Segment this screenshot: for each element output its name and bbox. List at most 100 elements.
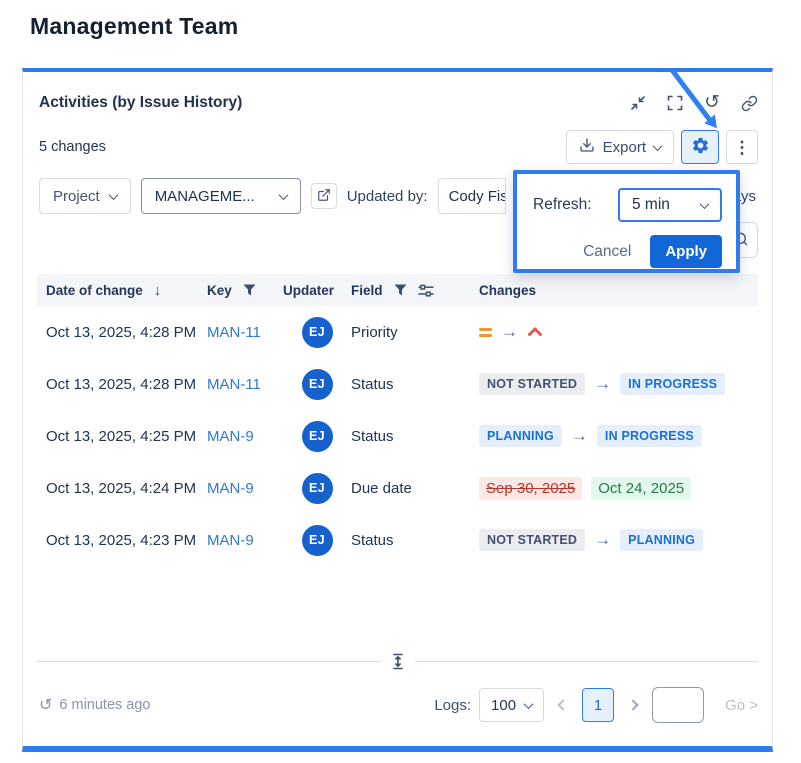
status-badge-to: IN PROGRESS	[597, 425, 702, 447]
issue-key-link[interactable]: MAN-9	[207, 480, 283, 497]
open-in-new-button[interactable]	[311, 183, 337, 209]
updater-cell: EJ	[283, 473, 351, 504]
refresh-interval-value: 5 min	[632, 196, 670, 214]
settings-button[interactable]	[681, 130, 719, 164]
sort-descending-icon[interactable]: ↓	[154, 282, 162, 299]
issue-key-link[interactable]: MAN-11	[207, 324, 283, 341]
avatar[interactable]: EJ	[302, 421, 333, 452]
go-button[interactable]: Go >	[719, 697, 758, 714]
resize-divider	[37, 653, 758, 670]
refresh-setting-row: Refresh: 5 min	[533, 188, 722, 222]
column-label: Field	[351, 283, 383, 298]
field-settings-sliders-icon[interactable]	[418, 283, 434, 298]
next-page-button[interactable]	[627, 699, 638, 710]
table-row: Oct 13, 2025, 4:28 PM MAN-11 EJ Status N…	[37, 358, 758, 410]
date-cell: Oct 13, 2025, 4:24 PM	[37, 480, 207, 497]
filter-funnel-icon[interactable]	[394, 284, 407, 296]
status-badge-from: NOT STARTED	[479, 373, 585, 395]
widget-title: Activities (by Issue History)	[39, 94, 242, 112]
status-badge-to: PLANNING	[620, 529, 703, 551]
refresh-small-icon[interactable]: ↺	[39, 695, 52, 715]
cancel-button[interactable]: Cancel	[583, 243, 631, 261]
project-value-dropdown[interactable]: MANAGEME...	[141, 178, 301, 214]
status-badge-to: IN PROGRESS	[620, 373, 725, 395]
widget-footer: ↺ 6 minutes ago Logs: 100 1 Go >	[23, 670, 772, 746]
dashboard-page: Management Team Activities (by Issue His…	[0, 0, 801, 763]
vertical-resize-icon[interactable]	[390, 653, 406, 670]
table-row: Oct 13, 2025, 4:25 PM MAN-9 EJ Status PL…	[37, 410, 758, 462]
widget-header-icons: ↺	[630, 95, 758, 112]
collapse-icon[interactable]	[630, 95, 646, 111]
status-badge-from: NOT STARTED	[479, 529, 585, 551]
download-icon	[579, 137, 595, 157]
table-row: Oct 13, 2025, 4:23 PM MAN-9 EJ Status NO…	[37, 514, 758, 566]
table-empty-space	[23, 566, 772, 653]
issue-key-link[interactable]: MAN-9	[207, 428, 283, 445]
change-arrow-icon: →	[594, 374, 611, 394]
change-arrow-icon: →	[571, 426, 588, 446]
date-cell: Oct 13, 2025, 4:25 PM	[37, 428, 207, 445]
field-cell: Due date	[351, 480, 479, 497]
change-arrow-icon: →	[501, 322, 518, 342]
link-icon[interactable]	[741, 95, 758, 112]
refresh-settings-popup: Refresh: 5 min Cancel Apply	[513, 170, 740, 273]
priority-medium-icon	[479, 328, 492, 337]
due-date-old: Sep 30, 2025	[479, 477, 582, 500]
export-button[interactable]: Export	[566, 130, 674, 164]
avatar[interactable]: EJ	[302, 525, 333, 556]
export-label: Export	[603, 139, 646, 156]
previous-page-button[interactable]	[557, 699, 568, 710]
project-filter-dropdown[interactable]: Project	[39, 178, 131, 214]
logs-per-page-value: 100	[491, 697, 516, 714]
project-filter-label: Project	[53, 188, 100, 205]
kebab-menu-button[interactable]: ⋮	[726, 130, 758, 164]
apply-button[interactable]: Apply	[650, 235, 722, 268]
field-cell: Status	[351, 376, 479, 393]
changes-cell: Sep 30, 2025 Oct 24, 2025	[479, 477, 758, 500]
avatar[interactable]: EJ	[302, 369, 333, 400]
column-label: Updater	[283, 283, 334, 298]
field-cell: Priority	[351, 324, 479, 341]
logs-label: Logs:	[434, 697, 471, 714]
refresh-interval-dropdown[interactable]: 5 min	[618, 188, 722, 222]
table-row: Oct 13, 2025, 4:24 PM MAN-9 EJ Due date …	[37, 462, 758, 514]
date-cell: Oct 13, 2025, 4:23 PM	[37, 532, 207, 549]
column-label: Date of change	[46, 283, 143, 298]
avatar[interactable]: EJ	[302, 317, 333, 348]
updater-cell: EJ	[283, 317, 351, 348]
chevron-down-icon	[653, 141, 663, 151]
last-refresh-status: ↺ 6 minutes ago	[39, 695, 151, 715]
changes-cell: NOT STARTED → PLANNING	[479, 529, 758, 551]
logs-per-page-dropdown[interactable]: 100	[479, 688, 544, 722]
date-cell: Oct 13, 2025, 4:28 PM	[37, 376, 207, 393]
table-row: Oct 13, 2025, 4:28 PM MAN-11 EJ Priority…	[37, 306, 758, 358]
column-date-of-change: Date of change ↓	[37, 282, 207, 299]
column-updater: Updater	[283, 283, 351, 298]
chevron-down-icon	[108, 190, 118, 200]
changes-cell: PLANNING → IN PROGRESS	[479, 425, 758, 447]
field-cell: Status	[351, 428, 479, 445]
due-date-new: Oct 24, 2025	[591, 477, 691, 500]
column-label: Changes	[479, 283, 536, 298]
column-label: Key	[207, 283, 232, 298]
status-badge-from: PLANNING	[479, 425, 562, 447]
updater-cell: EJ	[283, 421, 351, 452]
divider-line	[37, 661, 381, 662]
current-page-indicator[interactable]: 1	[582, 688, 614, 722]
issue-key-link[interactable]: MAN-11	[207, 376, 283, 393]
widget-header: Activities (by Issue History) ↺	[23, 72, 772, 112]
last-refresh-text: 6 minutes ago	[59, 697, 150, 713]
go-to-page-input[interactable]	[652, 687, 704, 723]
chevron-down-icon	[278, 190, 288, 200]
updated-by-dropdown[interactable]: Cody Fis	[438, 178, 506, 214]
avatar[interactable]: EJ	[302, 473, 333, 504]
filter-funnel-icon[interactable]	[243, 284, 256, 296]
issue-key-link[interactable]: MAN-9	[207, 532, 283, 549]
expand-icon[interactable]	[667, 95, 683, 111]
refresh-icon[interactable]: ↺	[704, 95, 720, 111]
chevron-down-icon	[700, 199, 710, 209]
activity-table: Date of change ↓ Key Updater Field	[37, 274, 758, 566]
column-changes: Changes	[479, 283, 758, 298]
updated-by-label: Updated by:	[347, 188, 428, 205]
column-key: Key	[207, 283, 283, 298]
